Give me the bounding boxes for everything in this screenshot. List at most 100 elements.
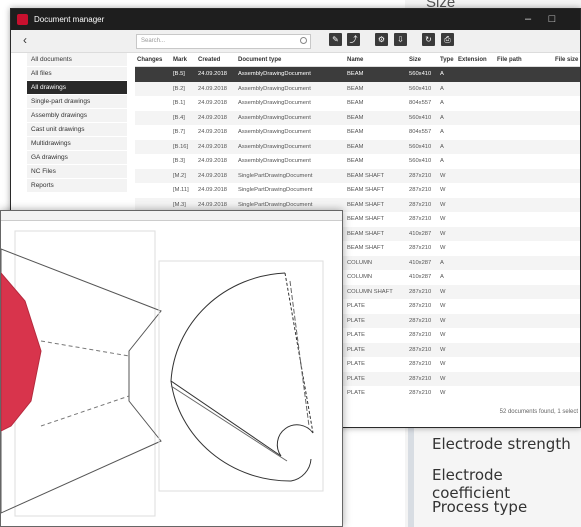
cell-doctype: AssemblyDrawingDocument [238,114,311,121]
cell-type: W [440,172,446,179]
sidebar-item-ga-drawings[interactable]: GA drawings [27,151,127,164]
sidebar-item-assembly-drawings[interactable]: Assembly drawings [27,109,127,122]
col-mark[interactable]: Mark [173,57,187,63]
table-row[interactable]: [B.4] 24.09.2018 AssemblyDrawingDocument BE… [135,110,580,125]
table-row[interactable]: [B.3] 24.09.2018 AssemblyDrawingDocument BE… [135,154,580,169]
col-name[interactable]: Name [347,57,363,63]
export-icon[interactable]: ⇩ [394,33,407,46]
back-arrow-icon[interactable]: ‹ [23,33,27,47]
search-input[interactable]: Search... [136,34,311,49]
cell-created: 24.09.2018 [198,143,228,150]
cell-name: BEAM SHAFT [347,230,385,237]
cell-doctype: AssemblyDrawingDocument [238,143,311,150]
table-row[interactable]: [B.5] 24.09.2018 AssemblyDrawingDocument BE… [135,67,580,82]
property-electrode-coefficient[interactable]: Electrode coefficient [432,466,581,502]
table-row[interactable]: [B.2] 24.09.2018 AssemblyDrawingDocument BE… [135,81,580,96]
sidebar-item-nc-files[interactable]: NC Files [27,165,127,178]
col-file-path[interactable]: File path [497,57,522,63]
property-process-type[interactable]: Process type [432,498,527,516]
drawing-window [0,210,343,527]
cell-name: PLATE [347,332,365,338]
sidebar-item-all-documents[interactable]: All documents [27,53,127,66]
cell-type: A [440,85,444,92]
highlighted-part-shape[interactable] [1,272,42,432]
cell-created: 24.09.2018 [198,129,228,135]
drawing-header [1,211,342,221]
cell-doctype: AssemblyDrawingDocument [238,158,311,164]
col-created[interactable]: Created [198,57,220,63]
cell-created: 24.09.2018 [198,187,228,193]
cell-created: 24.09.2018 [198,172,228,179]
cell-size: 287x210 [409,216,432,222]
minimize-icon[interactable]: – [518,12,538,27]
cell-name: COLUMN [347,274,373,280]
cell-mark: [B.16] [173,143,189,150]
cell-type: A [440,158,444,164]
cell-type: A [440,100,444,106]
refresh-icon[interactable]: ↻ [422,33,435,46]
cell-size: 287x210 [409,187,432,193]
cell-name: BEAM [347,85,364,92]
cell-mark: [M.2] [173,172,186,179]
cell-mark: [B.2] [173,85,185,92]
toolbar: ‹ Search... ✎ ⤴ ⚙ ⇩ ↻ ⎙ [11,30,580,53]
cell-size: 287x210 [409,201,432,208]
cell-type: W [440,216,446,222]
cell-created: 24.09.2018 [198,158,228,164]
cell-type: W [440,303,446,309]
cell-size: 287x210 [409,390,432,396]
col-file-size[interactable]: File size [555,57,578,63]
cell-size: 410x287 [409,274,432,280]
sidebar-item-reports[interactable]: Reports [27,179,127,192]
cell-name: BEAM [347,71,364,77]
cell-type: W [440,187,446,193]
cell-type: W [440,288,446,295]
col-type[interactable]: Type [440,57,454,63]
cell-type: A [440,259,444,266]
cell-size: 560x410 [409,85,432,92]
sidebar-item-all-drawings[interactable]: All drawings [27,81,127,94]
sidebar-item-multidrawings[interactable]: Multidrawings [27,137,127,150]
open-icon[interactable]: ⤴ [347,33,360,46]
cell-mark: [B.1] [173,100,185,106]
sidebar-item-cast-unit-drawings[interactable]: Cast unit drawings [27,123,127,136]
edit-icon[interactable]: ✎ [329,33,342,46]
cell-type: A [440,274,444,280]
table-row[interactable]: [B.16] 24.09.2018 AssemblyDrawingDocument B… [135,139,580,154]
cell-mark: [B.3] [173,158,185,164]
table-row[interactable]: [M.2] 24.09.2018 SinglePartDrawingDocument… [135,168,580,183]
cell-type: A [440,129,444,135]
settings-icon[interactable]: ⚙ [375,33,388,46]
table-row[interactable]: [M.11] 24.09.2018 SinglePartDrawingDocumen… [135,183,580,198]
cell-type: W [440,245,446,251]
cell-type: W [440,375,446,382]
col-size[interactable]: Size [409,57,421,63]
cell-name: PLATE [347,375,365,382]
col-changes[interactable]: Changes [137,57,162,63]
property-electrode-strength[interactable]: Electrode strength [432,435,571,453]
cell-doctype: AssemblyDrawingDocument [238,85,311,92]
cell-mark: [B.5] [173,71,185,77]
cell-name: BEAM [347,158,364,164]
cell-size: 287x210 [409,332,432,338]
cell-mark: [B.4] [173,114,185,121]
cell-name: BEAM SHAFT [347,216,385,222]
table-row[interactable]: [B.1] 24.09.2018 AssemblyDrawingDocument BE… [135,96,580,111]
sidebar-item-single-part-drawings[interactable]: Single-part drawings [27,95,127,108]
cell-created: 24.09.2018 [198,114,228,121]
cell-name: PLATE [347,303,365,309]
cell-name: BEAM [347,114,364,121]
cell-type: W [440,361,446,367]
cell-name: BEAM [347,129,364,135]
col-document-type[interactable]: Document type [238,57,281,63]
cell-type: A [440,71,444,77]
table-row[interactable]: [B.7] 24.09.2018 AssemblyDrawingDocument BE… [135,125,580,140]
print-icon[interactable]: ⎙ [441,33,454,46]
cell-name: BEAM SHAFT [347,172,385,179]
cell-mark: [M.3] [173,201,186,208]
maximize-icon[interactable]: □ [542,12,562,27]
col-extension[interactable]: Extension [458,57,487,63]
cell-type: W [440,332,446,338]
cell-type: W [440,390,446,396]
sidebar-item-all-files[interactable]: All files [27,67,127,80]
